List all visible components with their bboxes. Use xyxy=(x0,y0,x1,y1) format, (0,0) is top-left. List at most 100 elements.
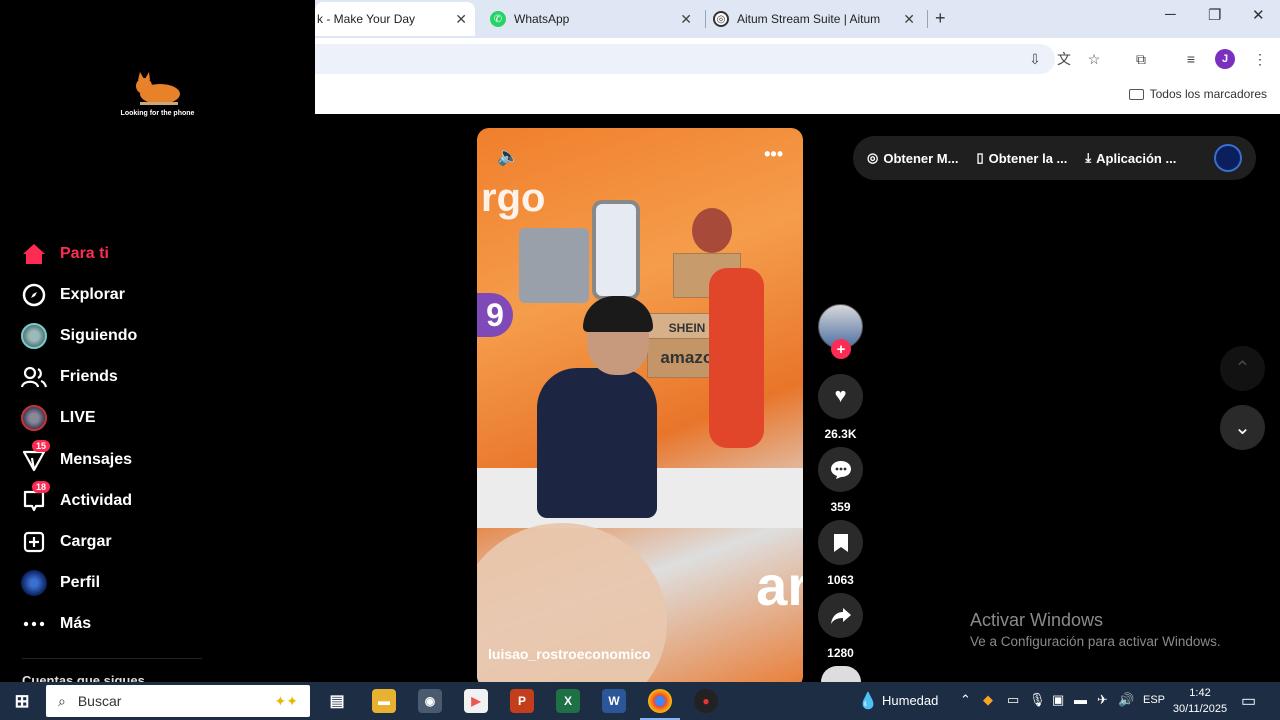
more-options-icon[interactable]: ••• xyxy=(764,144,783,165)
profile-avatar[interactable]: J xyxy=(1215,49,1235,69)
bookmark-icon[interactable] xyxy=(818,520,863,565)
user-avatar[interactable] xyxy=(1214,144,1242,172)
language-indicator[interactable]: ESP xyxy=(1143,694,1165,706)
word-icon[interactable]: W xyxy=(602,689,626,713)
close-tab-icon[interactable]: ✕ xyxy=(455,11,467,28)
share-action[interactable]: 1280 xyxy=(818,593,863,660)
follow-plus-icon[interactable]: + xyxy=(831,339,851,359)
close-window-icon[interactable]: ✕ xyxy=(1252,6,1265,24)
all-bookmarks-label: Todos los marcadores xyxy=(1149,87,1267,101)
powerpoint-icon[interactable]: P xyxy=(510,689,534,713)
person-hair-graphic xyxy=(583,296,653,332)
task-view-icon[interactable]: ▤ xyxy=(325,689,349,713)
sidebar-item-live[interactable]: LIVE xyxy=(20,402,96,434)
media-app-icon[interactable]: ▶ xyxy=(464,689,488,713)
excel-icon[interactable]: X xyxy=(556,689,580,713)
bookmarks-bar: Todos los marcadores xyxy=(315,80,1280,114)
coin-icon: ◎ xyxy=(867,150,879,165)
comment-action[interactable]: 359 xyxy=(818,447,863,514)
camera-icon[interactable]: ◉ xyxy=(418,689,442,713)
get-coins-button[interactable]: ◎ Obtener M... xyxy=(867,150,958,166)
clock-time: 1:42 xyxy=(1189,687,1211,699)
sidebar-item-mensajes[interactable]: 15 Mensajes xyxy=(20,440,132,476)
logo[interactable]: Looking for the phone xyxy=(120,70,195,117)
media-control-icon[interactable]: ≡ xyxy=(1181,49,1201,69)
translate-icon[interactable]: 文 xyxy=(1054,49,1074,69)
extensions-icon[interactable]: ⧉ xyxy=(1131,49,1151,69)
pill-label: Aplicación ... xyxy=(1096,150,1177,166)
friends-icon xyxy=(20,363,48,391)
weather-drop-icon[interactable]: 💧 xyxy=(858,691,878,711)
download-app-button[interactable]: ⤓ Aplicación ... xyxy=(1085,150,1176,166)
sidebar: Looking for the phone Para ti Explorar S… xyxy=(0,0,315,688)
sidebar-item-label: Siguiendo xyxy=(60,327,138,344)
video-player[interactable]: rgo 9 SHEIN amazon ar 🔈 ••• luisao_rostr… xyxy=(477,128,803,688)
tab-title: Aitum Stream Suite | Aitum xyxy=(737,12,881,26)
wall-number-graphic: 9 xyxy=(477,293,513,337)
microphone-icon[interactable]: 🎙 xyxy=(1029,692,1046,708)
menu-kebab-icon[interactable]: ⋮ xyxy=(1250,49,1270,69)
heart-icon[interactable]: ♥ xyxy=(818,374,863,419)
sidebar-item-friends[interactable]: Friends xyxy=(20,361,118,393)
sidebar-item-perfil[interactable]: Perfil xyxy=(20,567,100,599)
taskbar-search[interactable]: ⌕ Buscar ✦✦ xyxy=(46,685,310,717)
get-app-button[interactable]: ▯ Obtener la ... xyxy=(976,150,1067,166)
bookmark-star-icon[interactable]: ☆ xyxy=(1084,49,1104,69)
tab-title: WhatsApp xyxy=(514,12,570,26)
blurred-shoulder-graphic xyxy=(477,523,667,688)
tab-whatsapp[interactable]: ✆ WhatsApp ✕ xyxy=(490,2,700,36)
windows-start-icon[interactable]: ⊞ xyxy=(10,689,34,713)
sidebar-item-label: Cargar xyxy=(60,533,112,550)
phone-icon: ▯ xyxy=(976,150,984,165)
close-tab-icon[interactable]: ✕ xyxy=(903,11,915,28)
file-explorer-icon[interactable]: ▬ xyxy=(372,689,396,713)
airplane-icon[interactable]: ✈ xyxy=(1097,692,1108,708)
save-action[interactable]: 1063 xyxy=(818,520,863,587)
comment-icon[interactable] xyxy=(818,447,863,492)
taskbar: ⊞ ⌕ Buscar ✦✦ ▤ ▬ ◉ ▶ P X W ● 💧 Humedad … xyxy=(0,682,1280,720)
pill-label: Obtener la ... xyxy=(988,150,1068,166)
network-icon[interactable]: ▬ xyxy=(1074,692,1087,707)
notifications-icon[interactable]: ▭ xyxy=(1241,691,1256,711)
tab-tiktok[interactable]: k - Make Your Day ✕ xyxy=(315,2,475,36)
activity-icon: 18 xyxy=(20,481,51,515)
video-author[interactable]: luisao_rostroeconomico xyxy=(488,646,651,662)
tab-aitum[interactable]: ◎ Aitum Stream Suite | Aitum ✕ xyxy=(713,2,923,36)
previous-video-button[interactable]: ⌃ xyxy=(1220,346,1265,391)
more-icon xyxy=(20,610,48,638)
restore-icon[interactable]: ❐ xyxy=(1208,6,1221,24)
obs-icon[interactable]: ● xyxy=(694,689,718,713)
new-tab-button[interactable]: + xyxy=(935,8,946,29)
sidebar-item-explorar[interactable]: Explorar xyxy=(20,279,125,311)
weather-label[interactable]: Humedad xyxy=(882,693,938,708)
sidebar-item-actividad[interactable]: 18 Actividad xyxy=(20,481,132,517)
all-bookmarks-button[interactable]: Todos los marcadores xyxy=(1128,87,1267,101)
worker-head-graphic xyxy=(692,208,732,253)
chrome-icon[interactable] xyxy=(648,689,672,713)
tray-app-icon[interactable]: ◆ xyxy=(983,692,993,708)
tray-monitor-icon[interactable]: ▣ xyxy=(1052,692,1064,708)
next-action-avatar[interactable] xyxy=(821,666,861,682)
install-app-icon[interactable]: ⇩ xyxy=(1025,49,1045,69)
wall-phone-graphic xyxy=(592,200,640,300)
wall-text: rgo xyxy=(481,176,546,220)
minimize-icon[interactable]: ─ xyxy=(1165,6,1176,23)
volume-icon[interactable]: 🔈 xyxy=(497,146,519,167)
volume-tray-icon[interactable]: 🔊 xyxy=(1118,692,1134,708)
share-icon[interactable] xyxy=(818,593,863,638)
clock[interactable]: 1:42 30/11/2025 xyxy=(1170,685,1230,717)
search-placeholder: Buscar xyxy=(77,693,122,709)
wall-machine-graphic xyxy=(519,228,589,303)
like-action[interactable]: ♥ 26.3K xyxy=(818,374,863,441)
close-tab-icon[interactable]: ✕ xyxy=(680,11,692,28)
activation-title: Activar Windows xyxy=(970,610,1104,630)
address-bar[interactable] xyxy=(315,44,1055,74)
tray-battery-icon[interactable]: ▭ xyxy=(1007,692,1019,708)
logo-caption: Looking for the phone xyxy=(120,110,195,117)
tray-chevron-icon[interactable]: ⌃ xyxy=(960,692,971,708)
sidebar-item-cargar[interactable]: Cargar xyxy=(20,526,112,558)
next-video-button[interactable]: ⌄ xyxy=(1220,405,1265,450)
sidebar-item-para-ti[interactable]: Para ti xyxy=(20,238,109,270)
sidebar-item-siguiendo[interactable]: Siguiendo xyxy=(20,320,137,352)
sidebar-item-mas[interactable]: Más xyxy=(20,608,91,640)
